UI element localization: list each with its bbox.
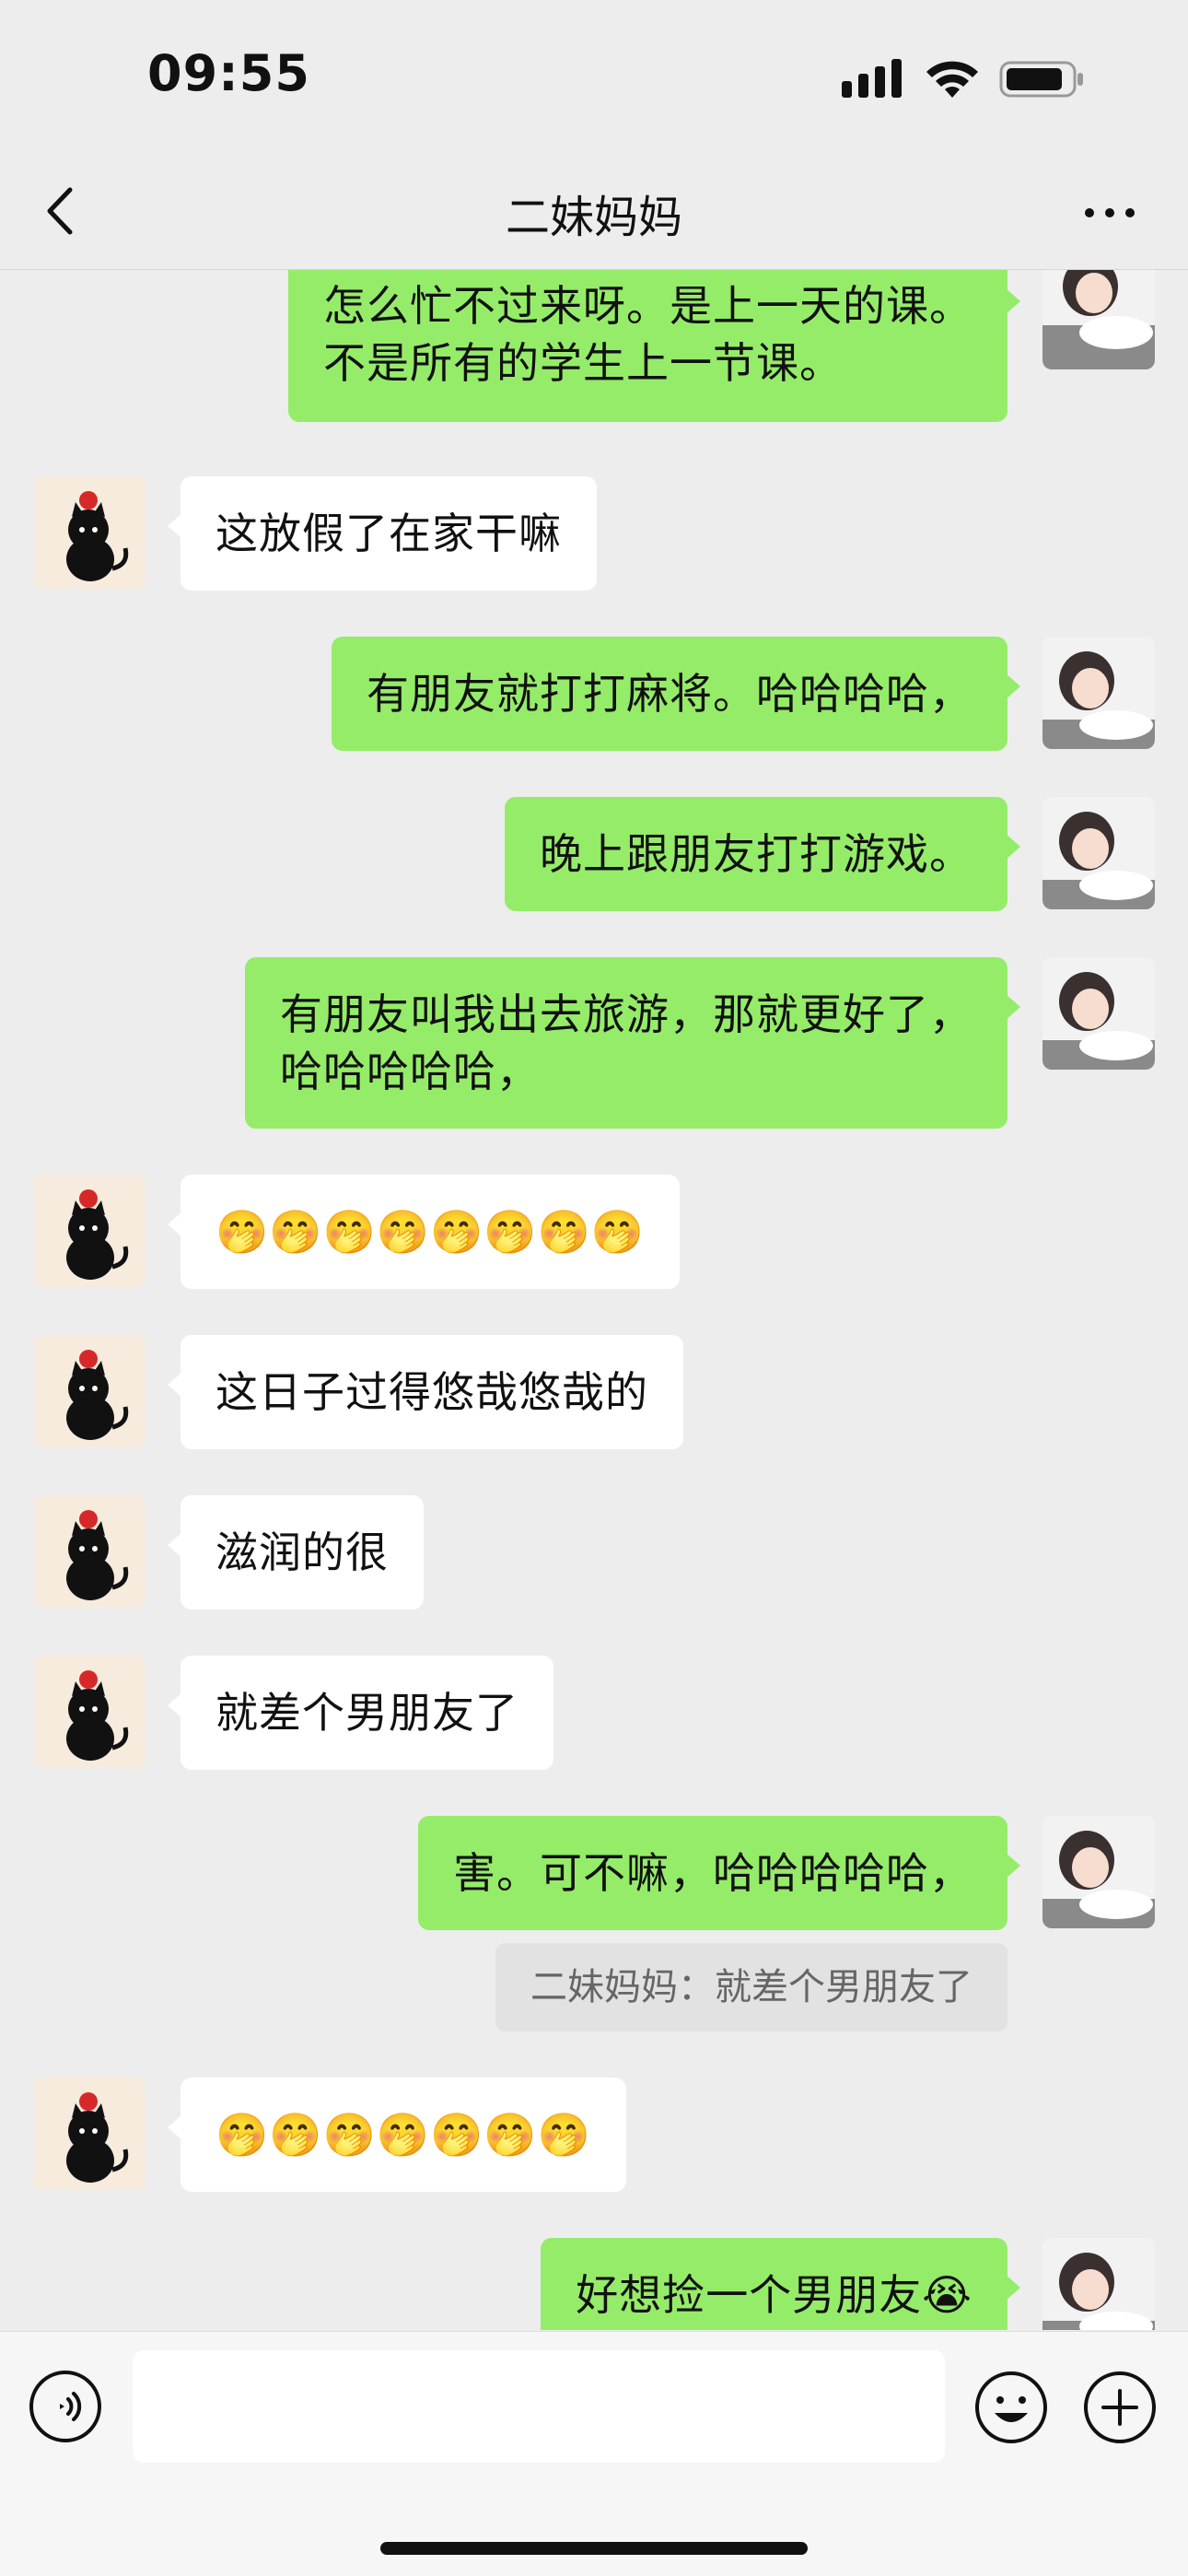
contact-message-bubble[interactable]: 这日子过得悠哉悠哉的 — [168, 1335, 683, 1449]
black-cat-avatar[interactable] — [33, 476, 146, 589]
cellular-signal-icon — [842, 59, 902, 98]
chat-screen: 09:55 二妹妈妈 怎么忙不过来呀。是上一天的课。 不是所有的学生上一节课。 … — [0, 0, 1188, 2576]
message-row: 就差个男朋友了 — [0, 1656, 1188, 1775]
girl-avatar[interactable] — [1042, 797, 1155, 909]
girl-avatar[interactable] — [1042, 1816, 1155, 1928]
my-message-bubble[interactable]: 晚上跟朋友打打游戏。 — [505, 797, 1020, 911]
chat-title: 二妹妈妈 — [505, 192, 682, 243]
message-list[interactable]: 怎么忙不过来呀。是上一天的课。 不是所有的学生上一节课。 这放假了在家干嘛 有朋… — [0, 270, 1188, 2330]
message-row: 滋润的很 — [0, 1495, 1188, 1615]
status-bar: 09:55 — [0, 0, 1188, 157]
contact-message-bubble[interactable]: 这放假了在家干嘛 — [168, 476, 597, 591]
voice-icon[interactable] — [28, 2369, 103, 2444]
my-message-bubble[interactable]: 怎么忙不过来呀。是上一天的课。 不是所有的学生上一节课。 — [288, 270, 1020, 422]
message-row: 有朋友就打打麻将。哈哈哈哈， — [0, 637, 1188, 756]
contact-message-bubble[interactable]: 就差个男朋友了 — [168, 1656, 553, 1770]
add-icon[interactable] — [1081, 2369, 1159, 2446]
message-input[interactable] — [133, 2350, 945, 2463]
black-cat-avatar[interactable] — [33, 1495, 146, 1608]
my-message-bubble[interactable]: 害。可不嘛，哈哈哈哈哈， — [418, 1816, 1020, 1930]
message-row: 这日子过得悠哉悠哉的 — [0, 1335, 1188, 1455]
girl-avatar[interactable] — [1042, 270, 1155, 369]
more-dots-icon[interactable] — [1077, 190, 1142, 236]
my-message-bubble[interactable]: 有朋友就打打麻将。哈哈哈哈， — [332, 637, 1020, 751]
battery-icon — [999, 61, 1083, 98]
message-row: 好想捡一个男朋友😭 — [0, 2238, 1188, 2330]
girl-avatar[interactable] — [1042, 2238, 1155, 2330]
message-row: 🤭🤭🤭🤭🤭🤭🤭 — [0, 2078, 1188, 2197]
my-message-bubble[interactable]: 好想捡一个男朋友😭 — [541, 2238, 1020, 2330]
contact-message-bubble[interactable]: 🤭🤭🤭🤭🤭🤭🤭 — [168, 2078, 626, 2192]
emoji-icon[interactable] — [973, 2369, 1050, 2446]
nav-bar: 二妹妈妈 — [0, 157, 1188, 270]
input-bar — [0, 2331, 1188, 2576]
message-row: 怎么忙不过来呀。是上一天的课。 不是所有的学生上一节课。 — [0, 270, 1188, 436]
black-cat-avatar[interactable] — [33, 1175, 146, 1287]
status-time: 09:55 — [147, 44, 310, 102]
wifi-icon — [926, 61, 978, 98]
home-indicator — [380, 2542, 808, 2555]
message-row: 晚上跟朋友打打游戏。 — [0, 797, 1188, 917]
message-row: 🤭🤭🤭🤭🤭🤭🤭🤭 — [0, 1175, 1188, 1294]
black-cat-avatar[interactable] — [33, 1335, 146, 1447]
black-cat-avatar[interactable] — [33, 1656, 146, 1768]
black-cat-avatar[interactable] — [33, 2078, 146, 2190]
my-message-bubble[interactable]: 有朋友叫我出去旅游，那就更好了， 哈哈哈哈哈， — [245, 957, 1020, 1129]
message-row: 这放假了在家干嘛 — [0, 476, 1188, 596]
message-row: 害。可不嘛，哈哈哈哈哈， 二妹妈妈：就差个男朋友了 — [0, 1816, 1188, 2037]
contact-message-bubble[interactable]: 滋润的很 — [168, 1495, 424, 1610]
message-row: 有朋友叫我出去旅游，那就更好了， 哈哈哈哈哈， — [0, 957, 1188, 1132]
girl-avatar[interactable] — [1042, 637, 1155, 749]
contact-message-bubble[interactable]: 🤭🤭🤭🤭🤭🤭🤭🤭 — [167, 1175, 681, 1289]
girl-avatar[interactable] — [1042, 957, 1155, 1070]
quoted-message[interactable]: 二妹妈妈：就差个男朋友了 — [495, 1943, 1007, 2032]
